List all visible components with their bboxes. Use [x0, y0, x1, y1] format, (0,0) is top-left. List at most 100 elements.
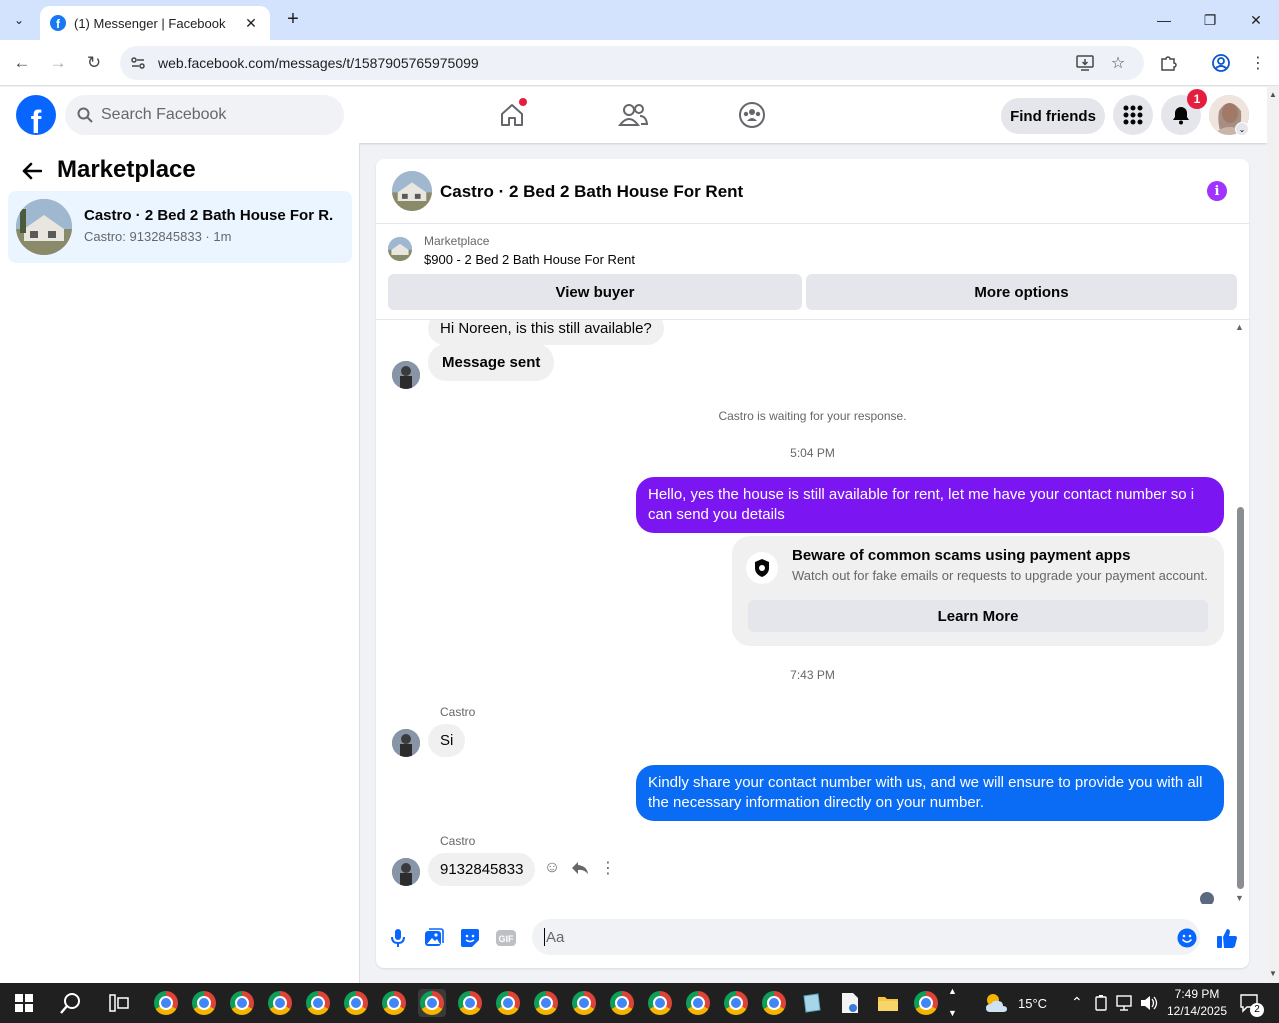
chrome-taskbar-icon[interactable]: [456, 989, 484, 1017]
close-window-button[interactable]: ✕: [1233, 0, 1279, 40]
chrome-taskbar-icon[interactable]: [228, 989, 256, 1017]
chrome-taskbar-icon[interactable]: [342, 989, 370, 1017]
tab-search-button[interactable]: ⌄: [6, 7, 32, 33]
file-explorer-icon[interactable]: [874, 989, 902, 1017]
message-composer: GIF Aa: [376, 911, 1249, 965]
chrome-taskbar-icon[interactable]: [494, 989, 522, 1017]
clock-date[interactable]: 12/14/2025: [1164, 1004, 1230, 1018]
weather-icon[interactable]: [983, 989, 1011, 1017]
incoming-message[interactable]: Hi Noreen, is this still available?: [428, 320, 664, 345]
volume-icon[interactable]: [1138, 989, 1160, 1017]
taskbar-search-icon[interactable]: [57, 989, 85, 1017]
chat-title[interactable]: Castro · 2 Bed 2 Bath House For Rent: [440, 182, 743, 202]
windows-start-icon[interactable]: [10, 989, 38, 1017]
battery-icon[interactable]: [1090, 989, 1112, 1017]
reply-icon[interactable]: [570, 858, 590, 878]
chrome-taskbar-icon[interactable]: [152, 989, 180, 1017]
thread-scrollbar[interactable]: ▲ ▼: [1234, 320, 1246, 904]
sticker-icon[interactable]: [459, 927, 481, 949]
chrome-taskbar-icon[interactable]: [190, 989, 218, 1017]
document-app-icon[interactable]: [836, 989, 864, 1017]
groups-icon[interactable]: [736, 99, 768, 131]
notes-app-icon[interactable]: [798, 989, 826, 1017]
home-notification-dot: [519, 98, 527, 106]
clock-time[interactable]: 7:49 PM: [1168, 987, 1226, 1001]
tab-close-icon[interactable]: ✕: [242, 15, 260, 32]
chrome-taskbar-icon[interactable]: [684, 989, 712, 1017]
sender-avatar[interactable]: [392, 729, 420, 757]
network-icon[interactable]: [1114, 989, 1136, 1017]
waiting-notice: Castro is waiting for your response.: [718, 409, 907, 423]
learn-more-button[interactable]: Learn More: [748, 600, 1208, 632]
install-app-icon[interactable]: [1073, 51, 1097, 75]
search-facebook-field[interactable]: Search Facebook: [65, 95, 344, 135]
info-icon[interactable]: i: [1207, 181, 1227, 201]
photo-attach-icon[interactable]: [423, 927, 445, 949]
new-tab-button[interactable]: +: [282, 8, 304, 30]
react-emoji-icon[interactable]: ☺: [542, 858, 562, 878]
back-button[interactable]: ←: [10, 51, 34, 75]
chrome-taskbar-icon[interactable]: [608, 989, 636, 1017]
find-friends-button[interactable]: Find friends: [1001, 98, 1105, 134]
thread-scroll-up-icon[interactable]: ▲: [1235, 322, 1244, 332]
omnibox[interactable]: web.facebook.com/messages/t/158790576597…: [120, 46, 1144, 80]
thumbs-up-icon[interactable]: [1216, 927, 1238, 949]
incoming-message[interactable]: 9132845833: [428, 853, 536, 886]
chrome-taskbar-icon[interactable]: [380, 989, 408, 1017]
message-sent-bubble[interactable]: Message sent: [428, 344, 555, 381]
chrome-taskbar-icon-active[interactable]: [418, 989, 446, 1017]
incoming-message[interactable]: Si: [428, 724, 466, 757]
friends-icon[interactable]: [617, 99, 649, 131]
chrome-taskbar-icon[interactable]: [912, 989, 940, 1017]
chrome-taskbar-icon[interactable]: [304, 989, 332, 1017]
minimize-button[interactable]: —: [1141, 0, 1187, 40]
sender-avatar[interactable]: [392, 858, 420, 886]
thread-scroll-thumb[interactable]: [1237, 507, 1244, 889]
outgoing-message[interactable]: Hello, yes the house is still available …: [636, 477, 1224, 533]
reload-button[interactable]: ↻: [82, 51, 106, 75]
extensions-icon[interactable]: [1156, 51, 1180, 75]
browser-menu-icon[interactable]: ⋮: [1246, 51, 1270, 75]
chrome-taskbar-icon[interactable]: [532, 989, 560, 1017]
task-view-icon[interactable]: [105, 989, 133, 1017]
emoji-icon[interactable]: [1176, 927, 1198, 949]
back-arrow-icon[interactable]: [20, 159, 44, 183]
view-buyer-button[interactable]: View buyer: [388, 274, 802, 310]
scroll-down-arrow-icon[interactable]: ▼: [1269, 969, 1277, 978]
chrome-taskbar-icon[interactable]: [722, 989, 750, 1017]
timestamp: 7:43 PM: [790, 668, 835, 682]
taskbar-scroll-down-icon[interactable]: ▼: [948, 1008, 957, 1018]
conversation-item[interactable]: Castro · 2 Bed 2 Bath House For R... Cas…: [8, 191, 352, 263]
chrome-taskbar-icon[interactable]: [760, 989, 788, 1017]
facebook-logo-icon[interactable]: f: [16, 95, 56, 135]
listing-title[interactable]: $900 - 2 Bed 2 Bath House For Rent: [424, 252, 635, 267]
conversation-preview: Castro: 9132845833 · 1m: [84, 229, 232, 244]
site-info-icon[interactable]: [130, 55, 146, 71]
menu-grid-button[interactable]: [1113, 95, 1153, 135]
page-scrollbar[interactable]: ▲ ▼: [1267, 87, 1279, 983]
chrome-taskbar-icon[interactable]: [570, 989, 598, 1017]
chat-listing-thumbnail[interactable]: [392, 171, 432, 211]
forward-button[interactable]: →: [46, 51, 70, 75]
message-thread: Hi Noreen, is this still available? Mess…: [376, 319, 1249, 904]
scroll-up-arrow-icon[interactable]: ▲: [1269, 90, 1277, 99]
bookmark-star-icon[interactable]: ☆: [1106, 51, 1130, 75]
restore-button[interactable]: ❐: [1187, 0, 1233, 40]
thread-scroll-down-icon[interactable]: ▼: [1235, 893, 1244, 903]
message-input[interactable]: Aa: [532, 919, 1200, 955]
shield-icon: [746, 552, 778, 584]
microphone-icon[interactable]: [387, 927, 409, 949]
more-actions-icon[interactable]: ⋮: [598, 858, 618, 878]
account-chevron-icon[interactable]: ⌄: [1235, 122, 1249, 136]
sender-avatar[interactable]: [392, 361, 420, 389]
chrome-taskbar-icon[interactable]: [266, 989, 294, 1017]
gif-icon[interactable]: GIF: [495, 927, 517, 949]
browser-tab[interactable]: f (1) Messenger | Facebook ✕: [40, 6, 270, 40]
outgoing-message[interactable]: Kindly share your contact number with us…: [636, 765, 1224, 821]
tray-chevron-icon[interactable]: ⌃: [1071, 994, 1083, 1011]
temperature-text: 15°C: [1018, 996, 1048, 1011]
chrome-taskbar-icon[interactable]: [646, 989, 674, 1017]
profile-icon[interactable]: [1209, 51, 1233, 75]
taskbar-scroll-up-icon[interactable]: ▲: [948, 986, 957, 996]
more-options-button[interactable]: More options: [806, 274, 1237, 310]
